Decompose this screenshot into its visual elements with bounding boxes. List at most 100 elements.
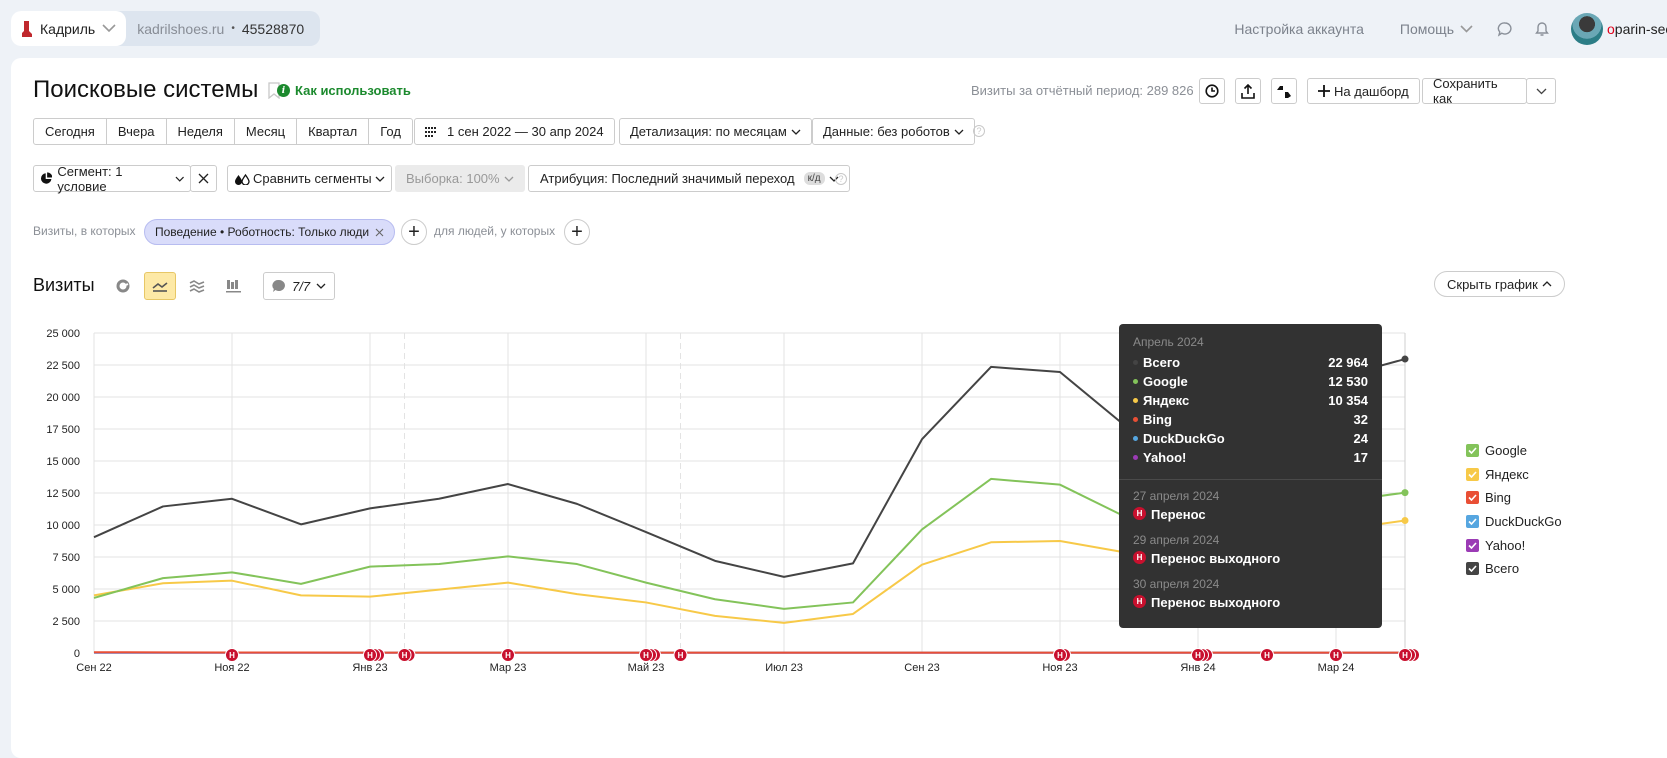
legend-label: Yahoo!: [1485, 538, 1525, 553]
legend-label: Яндекс: [1485, 467, 1529, 482]
holiday-marker-label: Н: [643, 651, 649, 660]
tooltip-series-name: Всего: [1143, 355, 1328, 370]
holiday-marker-label: Н: [229, 651, 235, 660]
y-tick-label: 0: [74, 648, 80, 660]
x-tick-label: Мар 24: [1318, 662, 1355, 674]
x-tick-label: Ноя 23: [1042, 662, 1077, 674]
series-point-Яндекс: [1402, 517, 1409, 524]
holiday-marker: Н: [1261, 649, 1274, 662]
tooltip-note: Н Перенос выходного: [1133, 593, 1280, 621]
tooltip-row: Bing32: [1133, 410, 1368, 429]
holiday-marker-label: Н: [1264, 651, 1270, 660]
holiday-marker-label: Н: [1333, 651, 1339, 660]
y-tick-label: 5 000: [52, 584, 80, 596]
tooltip-series-name: Bing: [1143, 412, 1354, 427]
x-tick-label: Янв 24: [1180, 662, 1215, 674]
x-tick-label: Ноя 22: [214, 662, 249, 674]
legend-label: Google: [1485, 443, 1527, 458]
tooltip-series-value: 32: [1354, 412, 1368, 427]
tooltip-row: Google12 530: [1133, 372, 1368, 391]
y-tick-label: 7 500: [52, 552, 80, 564]
y-tick-label: 12 500: [46, 488, 80, 500]
tooltip-rows: Всего22 964Google12 530Яндекс10 354Bing3…: [1133, 353, 1368, 467]
holiday-marker-label: Н: [402, 651, 408, 660]
tooltip-series-value: 22 964: [1328, 355, 1368, 370]
holiday-marker: Н: [398, 649, 415, 662]
legend-label: DuckDuckGo: [1485, 514, 1562, 529]
tooltip-series-name: Yahoo!: [1143, 450, 1354, 465]
legend-label: Всего: [1485, 561, 1519, 576]
y-tick-label: 15 000: [46, 456, 80, 468]
series-color-dot: [1133, 360, 1138, 365]
legend-item[interactable]: Bing: [1466, 486, 1562, 510]
tooltip-series-name: Google: [1143, 374, 1328, 389]
x-tick-label: Сен 23: [904, 662, 939, 674]
x-tick-label: Сен 22: [76, 662, 111, 674]
tooltip-series-value: 17: [1354, 450, 1368, 465]
holiday-marker: Н: [364, 649, 385, 662]
holiday-markers: ННННННННННН: [226, 649, 1420, 662]
tooltip-note-date: 29 апреля 2024: [1133, 533, 1280, 549]
holiday-marker-label: Н: [505, 651, 511, 660]
tooltip-row: Яндекс10 354: [1133, 391, 1368, 410]
tooltip-series-value: 10 354: [1328, 393, 1368, 408]
checkbox-checked-icon[interactable]: [1466, 515, 1479, 528]
y-tick-label: 17 500: [46, 424, 80, 436]
legend-item[interactable]: Яндекс: [1466, 463, 1562, 487]
x-tick-label: Июл 23: [765, 662, 803, 674]
series-color-dot: [1133, 379, 1138, 384]
legend-item[interactable]: Google: [1466, 439, 1562, 463]
tooltip-notes: 27 апреля 2024 Н Перенос 29 апреля 2024 Н Пер…: [1133, 489, 1280, 621]
holiday-marker: Н: [1330, 649, 1343, 662]
y-tick-label: 22 500: [46, 360, 80, 372]
tooltip-series-name: DuckDuckGo: [1143, 431, 1354, 446]
y-tick-label: 20 000: [46, 392, 80, 404]
chart-legend: Google Яндекс Bing DuckDuckGo Yahoo! Всего: [1466, 439, 1562, 581]
checkbox-checked-icon[interactable]: [1466, 539, 1479, 552]
tooltip-note-date: 27 апреля 2024: [1133, 489, 1280, 505]
tooltip-note-title: Перенос: [1151, 507, 1206, 522]
holiday-marker: Н: [1054, 649, 1071, 662]
holiday-marker-label: Н: [1195, 651, 1201, 660]
checkbox-checked-icon[interactable]: [1466, 562, 1479, 575]
legend-item[interactable]: DuckDuckGo: [1466, 510, 1562, 534]
holiday-marker: Н: [502, 649, 515, 662]
holiday-marker-label: Н: [1057, 651, 1063, 660]
y-tick-label: 25 000: [46, 328, 80, 340]
legend-item[interactable]: Всего: [1466, 557, 1562, 581]
holiday-marker: Н: [1399, 649, 1420, 662]
tooltip-row: Yahoo!17: [1133, 448, 1368, 467]
series-point-Всего: [1402, 356, 1409, 363]
tooltip-month: Апрель 2024: [1133, 335, 1204, 349]
tooltip-note: Н Перенос: [1133, 505, 1280, 533]
y-tick-label: 2 500: [52, 616, 80, 628]
holiday-badge-icon: Н: [1133, 507, 1146, 520]
legend-item[interactable]: Yahoo!: [1466, 533, 1562, 557]
holiday-marker: Н: [226, 649, 239, 662]
series-color-dot: [1133, 455, 1138, 460]
holiday-marker: Н: [640, 649, 661, 662]
holiday-badge-icon: Н: [1133, 551, 1146, 564]
tooltip-note-title: Перенос выходного: [1151, 595, 1280, 610]
checkbox-checked-icon[interactable]: [1466, 468, 1479, 481]
holiday-marker-label: Н: [367, 651, 373, 660]
y-tick-label: 10 000: [46, 520, 80, 532]
checkbox-checked-icon[interactable]: [1466, 444, 1479, 457]
x-tick-label: Май 23: [628, 662, 665, 674]
checkbox-checked-icon[interactable]: [1466, 491, 1479, 504]
tooltip-series-value: 12 530: [1328, 374, 1368, 389]
chart-tooltip: Апрель 2024 Всего22 964Google12 530Яндек…: [1119, 324, 1382, 628]
tooltip-series-value: 24: [1354, 431, 1368, 446]
holiday-badge-icon: Н: [1133, 595, 1146, 608]
tooltip-row: DuckDuckGo24: [1133, 429, 1368, 448]
x-tick-label: Мар 23: [490, 662, 527, 674]
y-axis: 0 2 500 5 000 7 500 10 000 12 500 15 000 17 500…: [46, 328, 80, 660]
tooltip-note-title: Перенос выходного: [1151, 551, 1280, 566]
tooltip-row: Всего22 964: [1133, 353, 1368, 372]
visits-line-chart: 0 2 500 5 000 7 500 10 000 12 500 15 000 17 500…: [0, 0, 1667, 744]
x-axis: Сен 22Ноя 22Янв 23Мар 23Май 23Июл 23Сен …: [76, 662, 1354, 674]
holiday-marker-label: Н: [1402, 651, 1408, 660]
tooltip-divider: [1119, 479, 1382, 480]
holiday-marker: Н: [674, 649, 687, 662]
series-color-dot: [1133, 417, 1138, 422]
